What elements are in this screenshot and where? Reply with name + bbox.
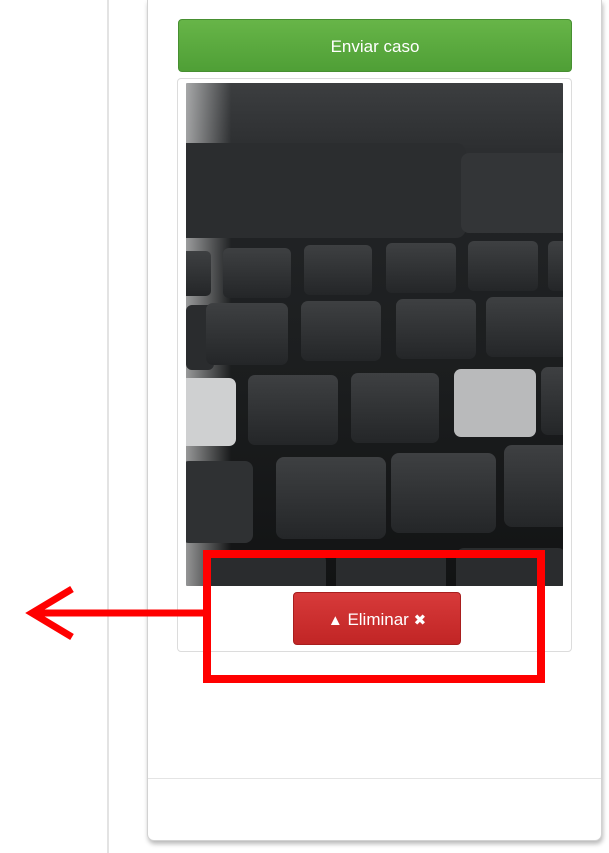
send-case-button[interactable]: Enviar caso (178, 19, 572, 72)
attached-photo (186, 83, 563, 586)
keyboard-photo-image (186, 143, 563, 586)
highlight-box-annotation (203, 550, 545, 683)
red-arrow-annotation (25, 585, 205, 641)
case-panel: Enviar caso ▲ Eliminar ✖ (147, 0, 602, 841)
panel-footer-divider (148, 778, 601, 779)
page-divider-line (107, 0, 109, 853)
send-case-label: Enviar caso (330, 37, 420, 56)
